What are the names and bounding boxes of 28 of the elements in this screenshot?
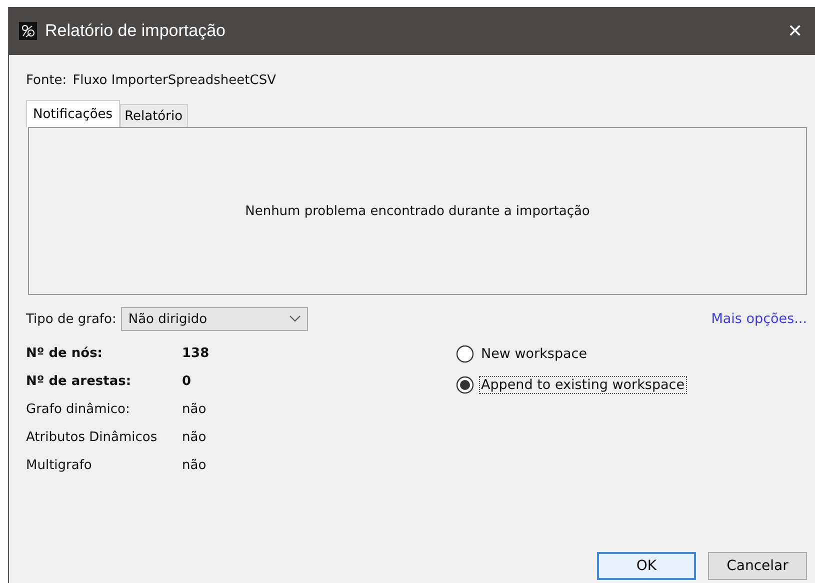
source-value: Fluxo ImporterSpreadsheetCSV <box>72 73 276 88</box>
stat-label: Grafo dinâmico: <box>26 402 131 416</box>
tab[interactable]: Relatório <box>120 104 188 127</box>
stat-label: Nº de arestas: <box>26 374 132 388</box>
graph-type-label: Tipo de grafo: <box>26 312 116 326</box>
workspace-radio[interactable]: New workspace <box>456 345 687 363</box>
stat-value: 138 <box>182 346 210 360</box>
radio-button[interactable] <box>456 345 474 363</box>
stat-value: não <box>182 430 206 444</box>
chevron-down-icon <box>289 315 302 323</box>
stat-label: Nº de nós: <box>26 346 104 360</box>
tab[interactable]: Notificações <box>26 100 120 127</box>
stat-label: Multigrafo <box>26 458 93 472</box>
dialog-button[interactable]: OK <box>597 552 696 580</box>
stat-label: Atributos Dinâmicos <box>26 430 158 444</box>
graph-type-dropdown[interactable]: Não dirigido <box>121 307 308 331</box>
stat-value: não <box>182 458 206 472</box>
radio-label: New workspace <box>480 345 588 363</box>
source-label: Fonte: <box>26 73 67 88</box>
radio-button[interactable] <box>456 376 474 394</box>
more-options-link[interactable]: Mais opções... <box>711 311 807 327</box>
stat-value: não <box>182 402 206 416</box>
dialog-button[interactable]: Cancelar <box>708 552 807 580</box>
app-icon <box>19 22 37 40</box>
notification-message: Nenhum problema encontrado durante a importação <box>245 204 590 218</box>
window-title: Relatório de importação <box>45 21 226 41</box>
stat-value: 0 <box>182 374 192 388</box>
close-button[interactable]: ✕ <box>775 11 815 51</box>
